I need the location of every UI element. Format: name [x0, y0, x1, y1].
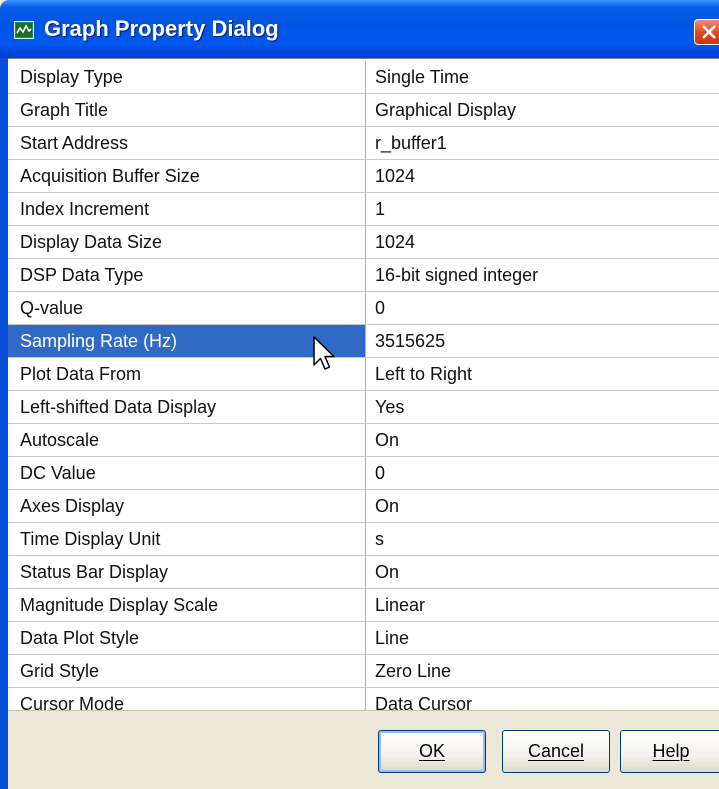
property-name[interactable]: DSP Data Type: [8, 259, 366, 291]
ok-button[interactable]: OK: [378, 730, 486, 773]
property-row[interactable]: Index Increment 1: [8, 193, 719, 226]
property-name[interactable]: Index Increment: [8, 193, 366, 225]
property-row[interactable]: Autoscale On: [8, 424, 719, 457]
property-value[interactable]: On: [366, 490, 719, 522]
help-button-label: Help: [652, 741, 690, 761]
property-value[interactable]: 1: [366, 193, 719, 225]
property-name[interactable]: Time Display Unit: [8, 523, 366, 555]
property-name[interactable]: Data Plot Style: [8, 622, 366, 654]
property-row[interactable]: Acquisition Buffer Size 1024: [8, 160, 719, 193]
title-bar[interactable]: Graph Property Dialog: [0, 0, 719, 58]
property-row[interactable]: Display Type Single Time: [8, 61, 719, 94]
property-name[interactable]: Graph Title: [8, 94, 366, 126]
property-value[interactable]: s: [366, 523, 719, 555]
property-row[interactable]: Axes Display On: [8, 490, 719, 523]
property-name[interactable]: Grid Style: [8, 655, 366, 687]
property-value[interactable]: On: [366, 556, 719, 588]
property-value[interactable]: Line: [366, 622, 719, 654]
window-frame: [0, 58, 8, 789]
property-row[interactable]: Sampling Rate (Hz) 3515625: [8, 325, 719, 358]
property-value[interactable]: On: [366, 424, 719, 456]
property-name[interactable]: Left-shifted Data Display: [8, 391, 366, 423]
graph-property-dialog: Graph Property Dialog Display Type Single…: [0, 0, 719, 789]
close-icon: [702, 25, 716, 39]
graph-icon: [14, 21, 34, 39]
help-button[interactable]: Help: [620, 730, 719, 773]
property-row[interactable]: Left-shifted Data Display Yes: [8, 391, 719, 424]
property-row[interactable]: Status Bar Display On: [8, 556, 719, 589]
property-row[interactable]: Grid Style Zero Line: [8, 655, 719, 688]
property-row[interactable]: DC Value 0: [8, 457, 719, 490]
property-value[interactable]: 1024: [366, 160, 719, 192]
property-value[interactable]: Left to Right: [366, 358, 719, 390]
property-row[interactable]: Data Plot Style Line: [8, 622, 719, 655]
ok-button-label: OK: [418, 741, 445, 761]
property-value[interactable]: r_buffer1: [366, 127, 719, 159]
property-value[interactable]: Single Time: [366, 61, 719, 93]
property-row[interactable]: Graph Title Graphical Display: [8, 94, 719, 127]
property-value[interactable]: 0: [366, 292, 719, 324]
property-grid[interactable]: Display Type Single Time Graph Title Graphi…: [8, 58, 719, 721]
property-name[interactable]: Display Type: [8, 61, 366, 93]
property-value[interactable]: 1024: [366, 226, 719, 258]
dialog-title: Graph Property Dialog: [44, 16, 279, 41]
property-row[interactable]: Display Data Size 1024: [8, 226, 719, 259]
property-row[interactable]: Time Display Unit s: [8, 523, 719, 556]
property-value[interactable]: 3515625: [366, 325, 719, 357]
property-value[interactable]: Graphical Display: [366, 94, 719, 126]
property-value[interactable]: Zero Line: [366, 655, 719, 687]
property-name[interactable]: Status Bar Display: [8, 556, 366, 588]
property-row[interactable]: Magnitude Display Scale Linear: [8, 589, 719, 622]
property-name[interactable]: Start Address: [8, 127, 366, 159]
property-row[interactable]: Q-value 0: [8, 292, 719, 325]
property-name[interactable]: Axes Display: [8, 490, 366, 522]
property-row[interactable]: Start Address r_buffer1: [8, 127, 719, 160]
cancel-button-label: Cancel: [527, 741, 585, 761]
close-button[interactable]: [694, 19, 719, 45]
mouse-pointer-icon: [312, 335, 338, 380]
property-value[interactable]: 0: [366, 457, 719, 489]
property-name[interactable]: Display Data Size: [8, 226, 366, 258]
property-name[interactable]: Q-value: [8, 292, 366, 324]
property-name[interactable]: DC Value: [8, 457, 366, 489]
property-row[interactable]: DSP Data Type 16-bit signed integer: [8, 259, 719, 292]
property-value[interactable]: Linear: [366, 589, 719, 621]
property-name[interactable]: Acquisition Buffer Size: [8, 160, 366, 192]
property-value[interactable]: 16-bit signed integer: [366, 259, 719, 291]
property-name[interactable]: Magnitude Display Scale: [8, 589, 366, 621]
cancel-button[interactable]: Cancel: [502, 730, 610, 773]
button-bar: OK Cancel Help: [8, 710, 719, 789]
property-value[interactable]: Yes: [366, 391, 719, 423]
property-row[interactable]: Plot Data From Left to Right: [8, 358, 719, 391]
property-name[interactable]: Autoscale: [8, 424, 366, 456]
